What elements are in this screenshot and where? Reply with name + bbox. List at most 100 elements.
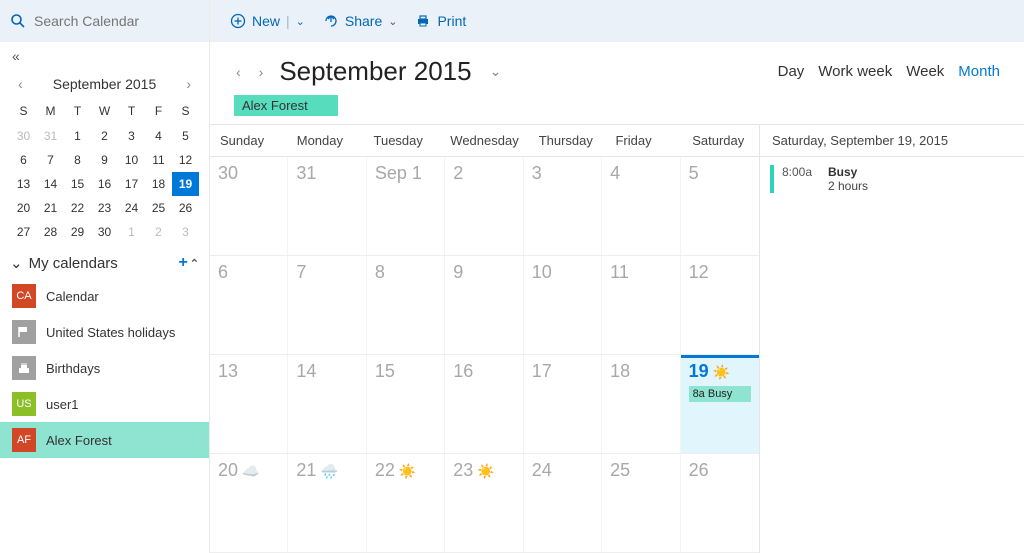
title-dropdown-icon[interactable]: ⌄ bbox=[490, 63, 502, 80]
day-number: 13 bbox=[218, 361, 238, 381]
calendar-list-label: Birthdays bbox=[46, 361, 100, 376]
mini-day-cell[interactable]: 31 bbox=[37, 124, 64, 148]
mini-day-cell[interactable]: 20 bbox=[10, 196, 37, 220]
view-week[interactable]: Week bbox=[906, 63, 944, 80]
agenda-body: Busy2 hours bbox=[828, 165, 868, 193]
mini-dow-header: S bbox=[172, 100, 199, 124]
new-dropdown-icon[interactable]: ⌄ bbox=[296, 15, 305, 28]
event-chip[interactable]: 8a Busy bbox=[689, 386, 751, 402]
day-cell[interactable]: 19☀️8a Busy bbox=[681, 355, 759, 453]
mini-day-cell[interactable]: 4 bbox=[145, 124, 172, 148]
mini-day-cell[interactable]: 1 bbox=[118, 220, 145, 244]
mini-day-cell[interactable]: 30 bbox=[10, 124, 37, 148]
search-row[interactable] bbox=[0, 0, 209, 42]
day-cell[interactable]: 26 bbox=[681, 454, 759, 552]
day-cell[interactable]: 5 bbox=[681, 157, 759, 255]
mini-day-cell[interactable]: 16 bbox=[91, 172, 118, 196]
calendar-list-item[interactable]: United States holidays bbox=[0, 314, 209, 350]
calendar-list-item[interactable]: AFAlex Forest bbox=[0, 422, 209, 458]
calendar-list-item[interactable]: CACalendar bbox=[0, 278, 209, 314]
mini-day-cell[interactable]: 21 bbox=[37, 196, 64, 220]
mini-day-cell[interactable]: 11 bbox=[145, 148, 172, 172]
mini-day-cell[interactable]: 9 bbox=[91, 148, 118, 172]
mini-day-cell[interactable]: 8 bbox=[64, 148, 91, 172]
agenda-color-bar bbox=[770, 165, 774, 193]
mini-day-cell[interactable]: 7 bbox=[37, 148, 64, 172]
day-cell[interactable]: 11 bbox=[602, 256, 680, 354]
add-calendar-button[interactable]: +⌃ bbox=[178, 254, 199, 272]
day-number: 7 bbox=[296, 262, 306, 282]
prev-month-button[interactable]: ‹ bbox=[234, 64, 243, 80]
day-cell[interactable]: 23☀️ bbox=[445, 454, 523, 552]
mini-day-cell[interactable]: 18 bbox=[145, 172, 172, 196]
mini-day-cell[interactable]: 10 bbox=[118, 148, 145, 172]
collapse-sidebar-button[interactable]: « bbox=[0, 42, 209, 70]
mini-day-cell[interactable]: 14 bbox=[37, 172, 64, 196]
day-cell[interactable]: 6 bbox=[210, 256, 288, 354]
view-day[interactable]: Day bbox=[778, 63, 805, 80]
new-button[interactable]: New | ⌄ bbox=[230, 13, 305, 29]
day-cell[interactable]: 8 bbox=[367, 256, 445, 354]
mini-day-cell[interactable]: 25 bbox=[145, 196, 172, 220]
mini-prev-button[interactable]: ‹ bbox=[14, 76, 27, 92]
day-cell[interactable]: 4 bbox=[602, 157, 680, 255]
mini-day-cell[interactable]: 3 bbox=[118, 124, 145, 148]
mini-day-cell[interactable]: 3 bbox=[172, 220, 199, 244]
day-cell[interactable]: 21🌧️ bbox=[288, 454, 366, 552]
day-cell[interactable]: 15 bbox=[367, 355, 445, 453]
view-workweek[interactable]: Work week bbox=[818, 63, 892, 80]
toolbar: New | ⌄ Share ⌄ Print bbox=[210, 0, 1024, 42]
day-cell[interactable]: 24 bbox=[524, 454, 602, 552]
mini-day-cell[interactable]: 24 bbox=[118, 196, 145, 220]
day-cell[interactable]: 22☀️ bbox=[367, 454, 445, 552]
day-cell[interactable]: 31 bbox=[288, 157, 366, 255]
mini-day-cell[interactable]: 2 bbox=[91, 124, 118, 148]
mini-day-cell[interactable]: 15 bbox=[64, 172, 91, 196]
day-cell[interactable]: 13 bbox=[210, 355, 288, 453]
day-cell[interactable]: 3 bbox=[524, 157, 602, 255]
mini-day-cell[interactable]: 28 bbox=[37, 220, 64, 244]
mini-day-cell[interactable]: 30 bbox=[91, 220, 118, 244]
my-calendars-header[interactable]: ⌄My calendars +⌃ bbox=[0, 244, 209, 278]
print-button[interactable]: Print bbox=[415, 13, 466, 29]
dow-header: Tuesday bbox=[364, 125, 441, 156]
day-cell[interactable]: 18 bbox=[602, 355, 680, 453]
day-cell[interactable]: 10 bbox=[524, 256, 602, 354]
day-cell[interactable]: 30 bbox=[210, 157, 288, 255]
mini-day-cell[interactable]: 5 bbox=[172, 124, 199, 148]
mini-day-cell[interactable]: 19 bbox=[172, 172, 199, 196]
mini-day-cell[interactable]: 27 bbox=[10, 220, 37, 244]
owner-chip[interactable]: Alex Forest bbox=[234, 95, 338, 116]
day-cell[interactable]: 20☁️ bbox=[210, 454, 288, 552]
mini-next-button[interactable]: › bbox=[182, 76, 195, 92]
day-cell[interactable]: 25 bbox=[602, 454, 680, 552]
mini-day-cell[interactable]: 12 bbox=[172, 148, 199, 172]
search-input[interactable] bbox=[34, 13, 215, 29]
next-month-button[interactable]: › bbox=[257, 64, 266, 80]
day-cell[interactable]: 2 bbox=[445, 157, 523, 255]
dow-header: Sunday bbox=[210, 125, 287, 156]
mini-day-cell[interactable]: 23 bbox=[91, 196, 118, 220]
day-cell[interactable]: 12 bbox=[681, 256, 759, 354]
day-cell[interactable]: 7 bbox=[288, 256, 366, 354]
calendar-list-item[interactable]: USuser1 bbox=[0, 386, 209, 422]
mini-day-cell[interactable]: 13 bbox=[10, 172, 37, 196]
view-month[interactable]: Month bbox=[958, 63, 1000, 80]
calendar-list-item[interactable]: Birthdays bbox=[0, 350, 209, 386]
agenda-item[interactable]: 8:00aBusy2 hours bbox=[760, 157, 1024, 201]
mini-day-cell[interactable]: 6 bbox=[10, 148, 37, 172]
share-button[interactable]: Share ⌄ bbox=[323, 13, 398, 29]
mini-day-cell[interactable]: 26 bbox=[172, 196, 199, 220]
day-cell[interactable]: 9 bbox=[445, 256, 523, 354]
day-cell[interactable]: 17 bbox=[524, 355, 602, 453]
day-cell[interactable]: 14 bbox=[288, 355, 366, 453]
mini-day-cell[interactable]: 2 bbox=[145, 220, 172, 244]
mini-day-cell[interactable]: 1 bbox=[64, 124, 91, 148]
day-cell[interactable]: Sep 1 bbox=[367, 157, 445, 255]
day-cell[interactable]: 16 bbox=[445, 355, 523, 453]
mini-calendar: ‹ September 2015 › SMTWTFS 3031123456789… bbox=[0, 70, 209, 244]
month-title[interactable]: September 2015 bbox=[279, 56, 471, 87]
mini-day-cell[interactable]: 22 bbox=[64, 196, 91, 220]
mini-day-cell[interactable]: 17 bbox=[118, 172, 145, 196]
mini-day-cell[interactable]: 29 bbox=[64, 220, 91, 244]
